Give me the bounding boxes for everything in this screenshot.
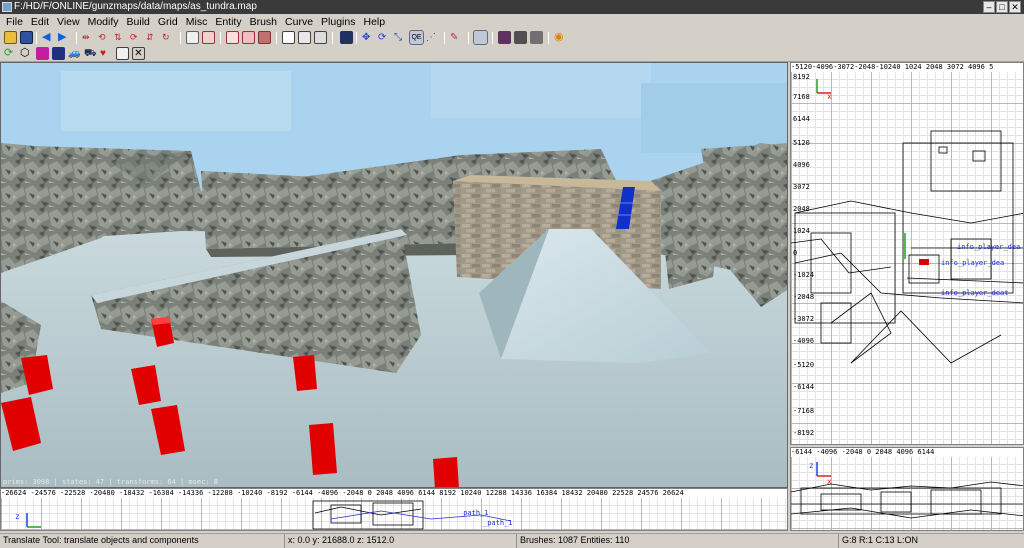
- window-title: F:/HD/F/ONLINE/gunzmaps/data/maps/as_tun…: [14, 1, 257, 12]
- menu-help[interactable]: Help: [360, 14, 390, 30]
- hexagon-icon[interactable]: ⬡: [20, 47, 33, 60]
- menu-file[interactable]: File: [2, 14, 27, 30]
- vehicle-icon[interactable]: 🚙: [68, 47, 81, 60]
- scale-tool-icon[interactable]: ⤡: [394, 31, 407, 44]
- camera-lock-icon[interactable]: [473, 30, 488, 45]
- maximize-button[interactable]: □: [996, 1, 1008, 13]
- save-icon[interactable]: [20, 31, 33, 44]
- menu-bar: File Edit View Modify Build Grid Misc En…: [0, 14, 1024, 30]
- menu-curve[interactable]: Curve: [281, 14, 317, 30]
- menu-edit[interactable]: Edit: [27, 14, 53, 30]
- window-titlebar: F:/HD/F/ONLINE/gunzmaps/data/maps/as_tun…: [0, 0, 1024, 14]
- texture-lock-icon[interactable]: [340, 31, 353, 44]
- flip-z-icon[interactable]: ⇵: [146, 31, 159, 44]
- status-bar: Translate Tool: translate objects and co…: [0, 533, 1024, 548]
- view-filter-icon[interactable]: [498, 31, 511, 44]
- csg-subtract-icon[interactable]: [258, 31, 271, 44]
- minimize-button[interactable]: –: [983, 1, 995, 13]
- blue-plugin-icon[interactable]: [52, 47, 65, 60]
- menu-build[interactable]: Build: [123, 14, 154, 30]
- status-coordinates: x: 0.0 y: 21688.0 z: 1512.0: [284, 534, 514, 548]
- ortho-view-xy[interactable]: x -5120-4096-3072-2048-10240 1024 2048 3…: [790, 62, 1024, 445]
- close-button[interactable]: ✕: [1009, 1, 1021, 13]
- magenta-plugin-icon[interactable]: [36, 47, 49, 60]
- close-plugin-icon[interactable]: ✕: [132, 47, 145, 60]
- entity-tool-icon[interactable]: ✎: [450, 31, 463, 44]
- car-icon[interactable]: ⛟: [84, 47, 97, 60]
- scene-render: [1, 63, 787, 487]
- x-ruler: -26624 -24576 -22528 -20480 -18432 -1638…: [1, 489, 787, 498]
- grid-plugin-icon[interactable]: [116, 47, 129, 60]
- texture-browser-icon[interactable]: [514, 31, 527, 44]
- select-touching-icon[interactable]: [202, 31, 215, 44]
- heart-icon[interactable]: ♥: [100, 47, 113, 60]
- app-icon: [2, 2, 12, 12]
- orange-plugin-icon[interactable]: ◉: [554, 31, 567, 44]
- xy-brush-wireframe: x: [791, 79, 1023, 364]
- undo-icon[interactable]: ◀: [42, 31, 55, 44]
- menu-misc[interactable]: Misc: [182, 14, 212, 30]
- entity-label: info_player_deat: [941, 289, 1009, 297]
- clipper-tool-icon[interactable]: ⋰: [426, 31, 439, 44]
- ortho-view-side[interactable]: z -26624 -24576 -22528 -20480 -18432 -16…: [0, 488, 788, 531]
- flip-y-icon[interactable]: ⇅: [114, 31, 127, 44]
- csg-hollow-icon[interactable]: [282, 31, 295, 44]
- xz-brush-wireframe: z x: [791, 461, 1023, 519]
- flip-x-icon[interactable]: ⇹: [82, 31, 95, 44]
- svg-text:z: z: [809, 461, 814, 470]
- menu-entity[interactable]: Entity: [211, 14, 245, 30]
- render-stats: prims: 3098 | states: 47 | transforms: 6…: [3, 478, 218, 486]
- menu-modify[interactable]: Modify: [84, 14, 123, 30]
- status-tool-hint: Translate Tool: translate objects and co…: [3, 535, 199, 545]
- path-label: _path_1: [459, 509, 489, 517]
- x-ruler: -5120-4096-3072-2048-10240 1024 2048 307…: [791, 63, 1023, 72]
- csg-merge-icon[interactable]: [298, 31, 311, 44]
- translate-tool-icon[interactable]: ✥: [362, 31, 375, 44]
- x-ruler: -6144 -4096 -2048 0 2048 4096 6144: [791, 448, 1023, 457]
- rotate-z-icon[interactable]: ↻: [162, 31, 175, 44]
- svg-text:x: x: [827, 92, 832, 101]
- path-label: _path_1: [483, 519, 513, 527]
- rotate-tool-icon[interactable]: ⟳: [378, 31, 391, 44]
- entity-label: info_player_dea: [941, 259, 1005, 267]
- open-icon[interactable]: [4, 31, 17, 44]
- redo-icon[interactable]: ▶: [58, 31, 71, 44]
- plugin-toolbar: ⟳ ⬡ 🚙 ⛟ ♥ ✕: [0, 46, 1024, 62]
- rotate-x-icon[interactable]: ⟲: [98, 31, 111, 44]
- select-inside-icon[interactable]: [242, 31, 255, 44]
- ortho-view-xz[interactable]: z x -6144 -4096 -2048 0 2048 4096 6144: [790, 447, 1024, 531]
- menu-grid[interactable]: Grid: [154, 14, 182, 30]
- svg-text:x: x: [827, 477, 832, 486]
- entity-label: info_player_dea: [957, 243, 1021, 251]
- select-partial-icon[interactable]: [226, 31, 239, 44]
- menu-brush[interactable]: Brush: [246, 14, 281, 30]
- menu-plugins[interactable]: Plugins: [317, 14, 359, 30]
- qe-tool-button[interactable]: QE: [409, 30, 424, 45]
- status-grid: G:8 R:1 C:13 L:ON: [838, 534, 1024, 548]
- main-toolbar: ◀ ▶ ⇹ ⟲ ⇅ ⟳ ⇵ ↻ ✥ ⟳ ⤡ QE ⋰ ✎ ◉: [0, 30, 1024, 46]
- select-complete-tall-icon[interactable]: [186, 31, 199, 44]
- status-counts: Brushes: 1087 Entities: 110: [516, 534, 836, 548]
- console-icon[interactable]: [530, 31, 543, 44]
- svg-text:z: z: [15, 512, 20, 521]
- refresh-icon[interactable]: ⟳: [4, 47, 17, 60]
- csg-make-room-icon[interactable]: [314, 31, 327, 44]
- rotate-y-icon[interactable]: ⟳: [130, 31, 143, 44]
- menu-view[interactable]: View: [53, 14, 84, 30]
- camera-viewport[interactable]: prims: 3098 | states: 47 | transforms: 6…: [0, 62, 788, 488]
